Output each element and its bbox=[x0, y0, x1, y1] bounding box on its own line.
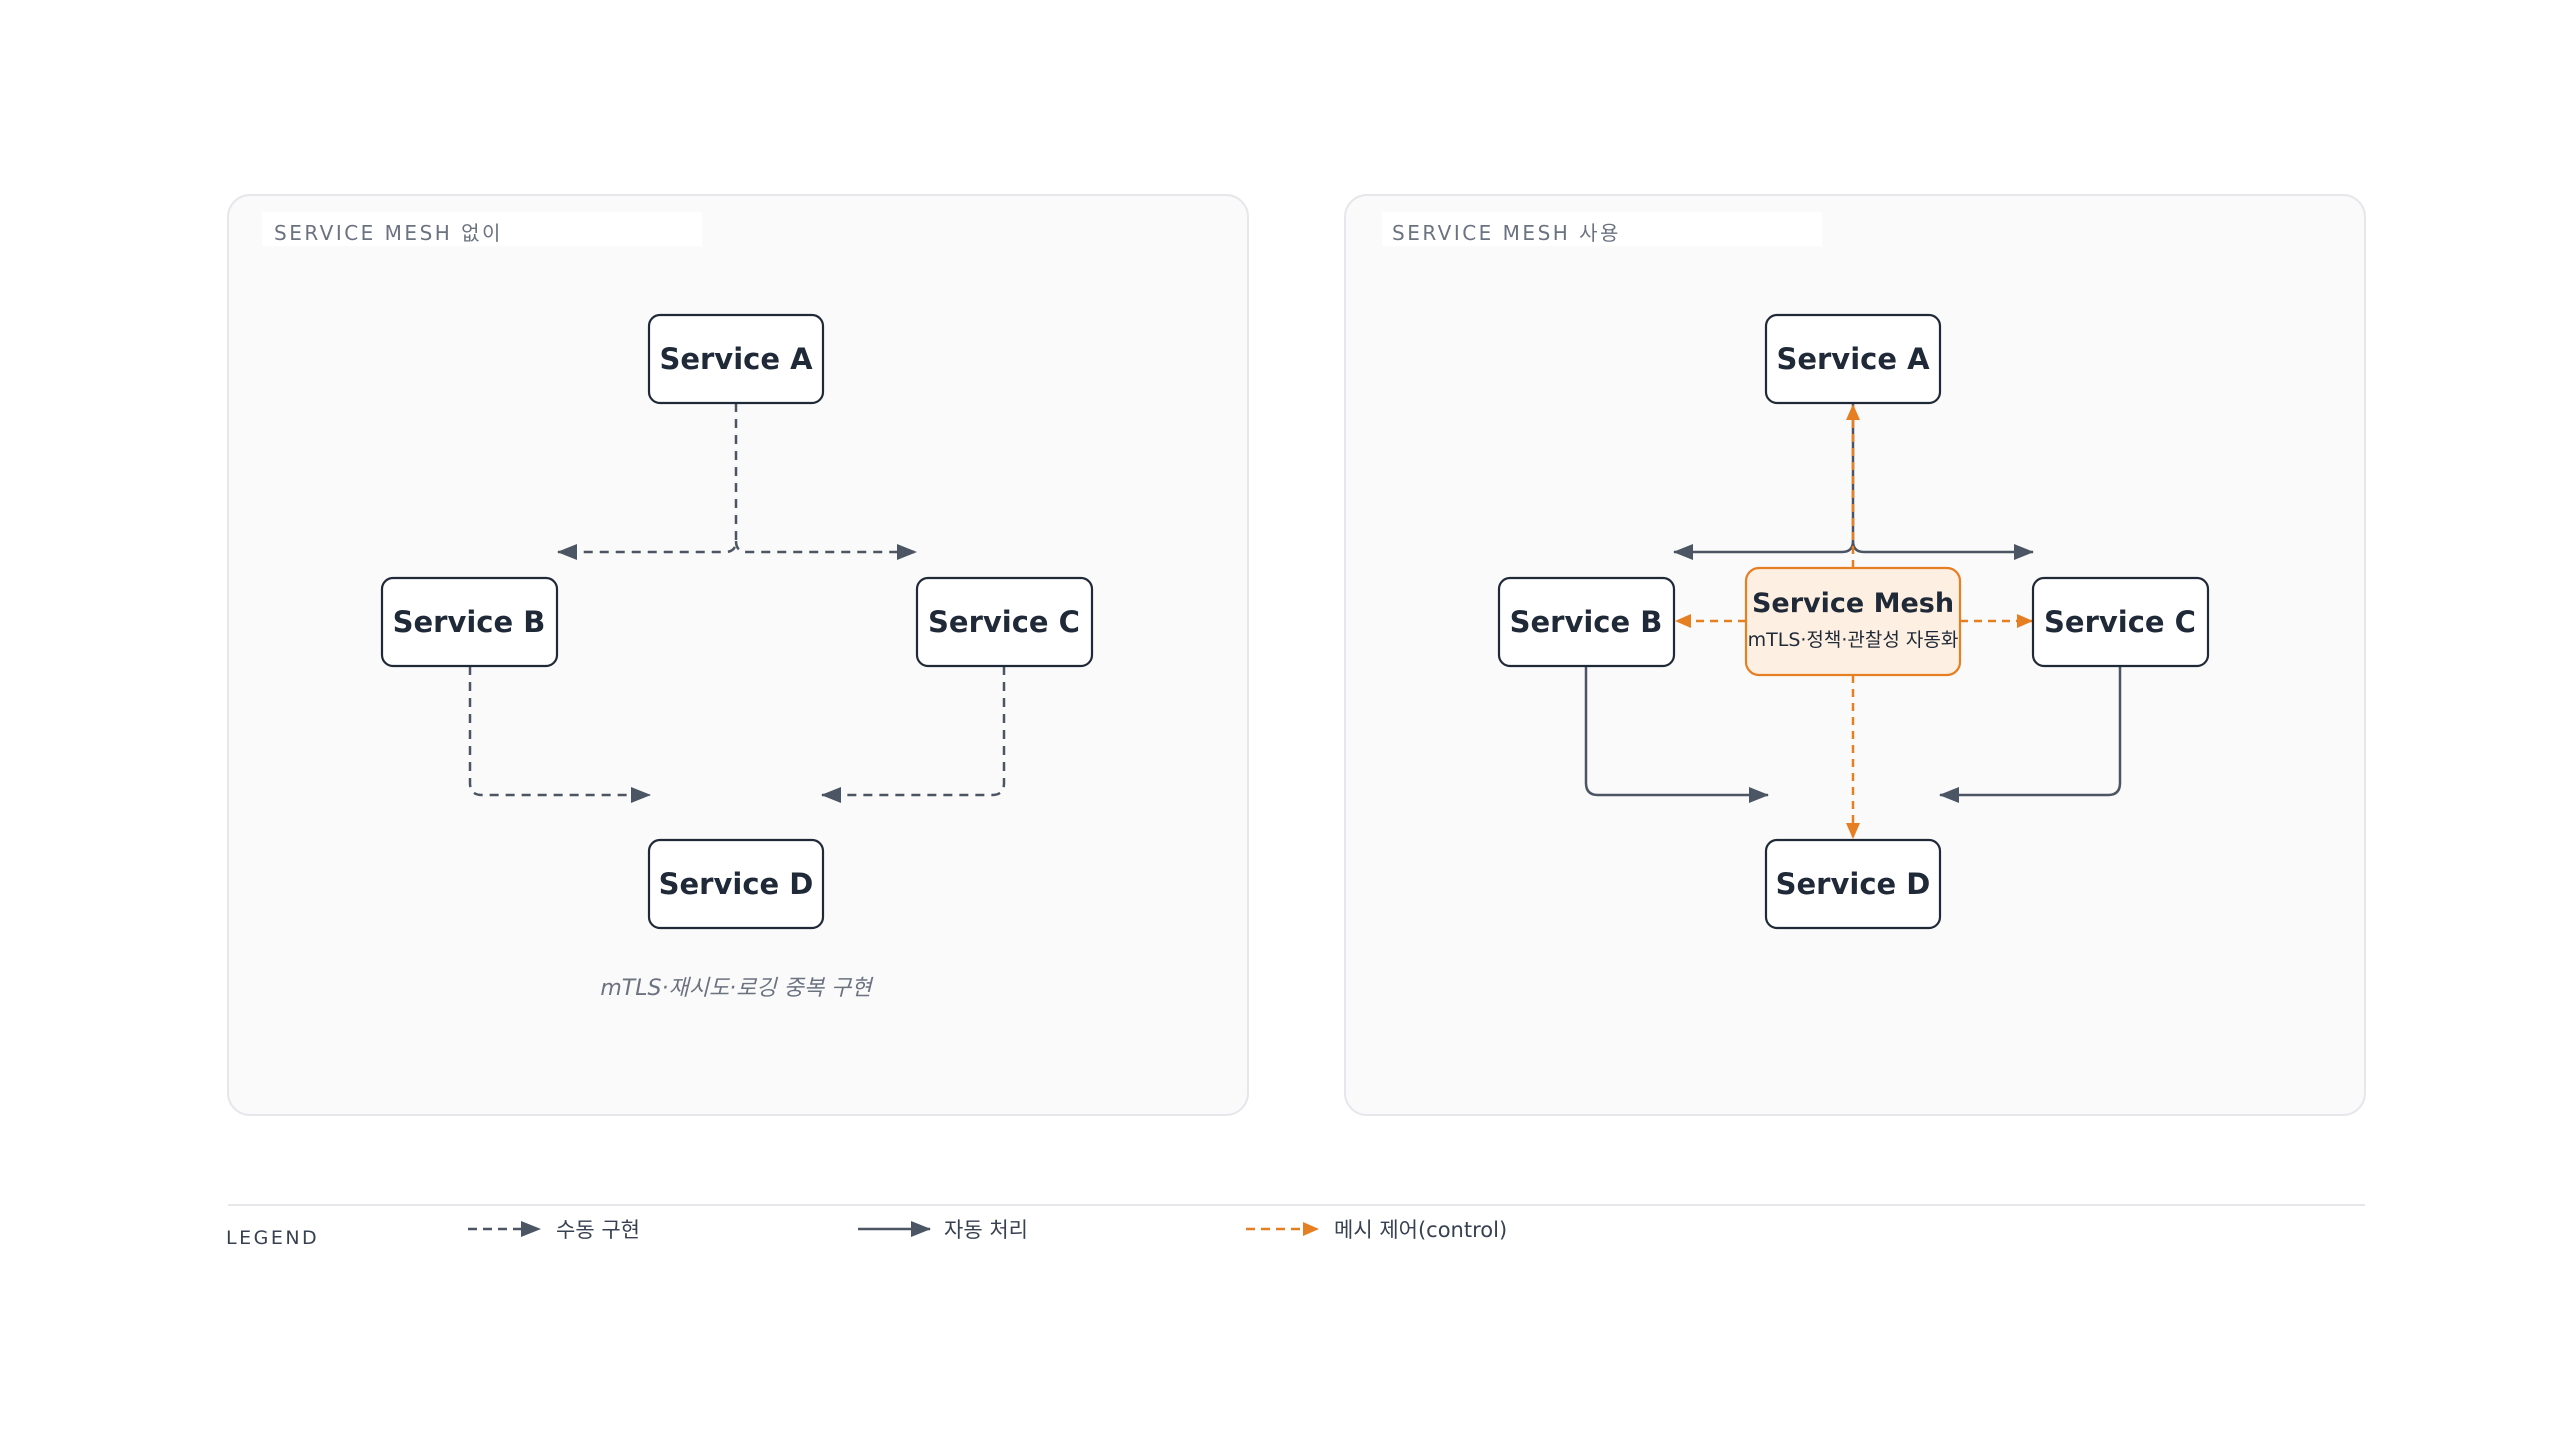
mesh-title: Service Mesh bbox=[1752, 588, 1954, 619]
node-label: Service D bbox=[659, 867, 814, 901]
mesh-subtitle: mTLS·정책·관찰성 자동화 bbox=[1748, 629, 1959, 651]
panel-title: SERVICE MESH 없이 bbox=[274, 221, 503, 245]
right-node-service-c: Service C bbox=[2031, 576, 2210, 668]
panel-without-mesh: SERVICE MESH 없이 Service A Service B Serv… bbox=[227, 194, 1249, 1116]
legend-item-automatic: 자동 처리 bbox=[858, 1218, 1028, 1242]
right-node-service-a: Service A bbox=[1764, 313, 1942, 405]
panel-with-mesh: SERVICE MESH 사용 Service A Service B Serv… bbox=[1344, 194, 2366, 1116]
diagram-canvas: SERVICE MESH 없이 Service A Service B Serv… bbox=[226, 194, 2366, 1249]
legend-label: 메시 제어(control) bbox=[1334, 1218, 1507, 1242]
node-label: Service D bbox=[1776, 867, 1931, 901]
left-node-service-c: Service C bbox=[915, 576, 1094, 668]
left-node-service-a: Service A bbox=[647, 313, 825, 405]
node-label: Service B bbox=[393, 605, 546, 639]
left-node-service-d: Service D bbox=[647, 838, 825, 930]
duplication-note: mTLS·재시도·로깅 중복 구현 bbox=[600, 976, 874, 1001]
panel-title: SERVICE MESH 사용 bbox=[1392, 221, 1621, 245]
legend-label: 자동 처리 bbox=[944, 1218, 1028, 1242]
right-node-service-b: Service B bbox=[1497, 576, 1676, 668]
node-label: Service B bbox=[1510, 605, 1663, 639]
legend-title: LEGEND bbox=[226, 1227, 319, 1249]
left-node-service-b: Service B bbox=[380, 576, 559, 668]
legend-item-manual: 수동 구현 bbox=[468, 1218, 640, 1242]
legend-label: 수동 구현 bbox=[556, 1218, 640, 1242]
legend-item-control: 메시 제어(control) bbox=[1246, 1218, 1507, 1242]
service-mesh-node: Service Mesh mTLS·정책·관찰성 자동화 bbox=[1744, 566, 1962, 677]
node-label: Service C bbox=[2044, 605, 2196, 639]
right-node-service-d: Service D bbox=[1764, 838, 1942, 930]
node-label: Service A bbox=[1776, 342, 1930, 376]
node-label: Service C bbox=[928, 605, 1080, 639]
legend: LEGEND 수동 구현 자동 처리 메시 제어(control) bbox=[226, 1204, 2365, 1249]
node-label: Service A bbox=[659, 342, 813, 376]
